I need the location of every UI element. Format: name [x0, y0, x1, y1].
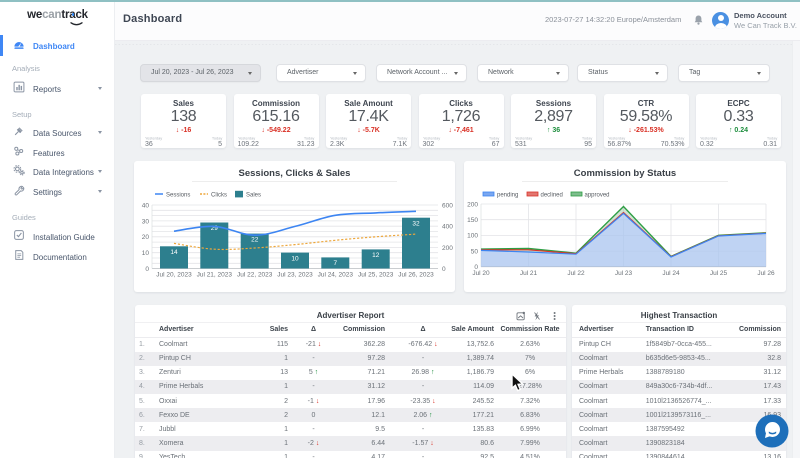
svg-text:Jul 26: Jul 26 — [757, 270, 775, 277]
svg-text:0: 0 — [442, 266, 446, 273]
svg-text:22: 22 — [251, 236, 259, 243]
svg-text:Jul 21: Jul 21 — [520, 270, 538, 277]
svg-text:10: 10 — [142, 250, 150, 257]
svg-text:200: 200 — [442, 245, 453, 252]
svg-text:0: 0 — [145, 266, 149, 273]
svg-text:pending: pending — [497, 192, 518, 198]
svg-text:Sales: Sales — [246, 192, 261, 198]
svg-text:approved: approved — [585, 192, 610, 198]
svg-text:Jul 24, 2023: Jul 24, 2023 — [318, 272, 354, 279]
svg-text:Jul 23, 2023: Jul 23, 2023 — [277, 272, 313, 279]
svg-text:20: 20 — [142, 234, 150, 241]
svg-text:Jul 20: Jul 20 — [472, 270, 490, 277]
svg-text:12: 12 — [372, 252, 380, 259]
svg-text:200: 200 — [467, 201, 478, 208]
svg-text:40: 40 — [142, 203, 150, 210]
svg-text:Jul 24: Jul 24 — [662, 270, 680, 277]
svg-text:14: 14 — [170, 249, 178, 256]
svg-text:Jul 20, 2023: Jul 20, 2023 — [156, 272, 192, 279]
svg-text:Jul 26, 2023: Jul 26, 2023 — [398, 272, 434, 279]
svg-text:32: 32 — [412, 220, 420, 227]
svg-text:7: 7 — [333, 260, 337, 267]
svg-text:Jul 25: Jul 25 — [710, 270, 728, 277]
svg-text:Clicks: Clicks — [211, 192, 227, 198]
svg-text:Jul 22, 2023: Jul 22, 2023 — [237, 272, 273, 279]
svg-text:Sessions: Sessions — [166, 192, 190, 198]
svg-text:Jul 22: Jul 22 — [567, 270, 585, 277]
svg-text:Jul 21, 2023: Jul 21, 2023 — [197, 272, 233, 279]
svg-text:30: 30 — [142, 218, 150, 225]
svg-text:150: 150 — [467, 217, 478, 224]
svg-text:600: 600 — [442, 203, 453, 210]
svg-text:declined: declined — [541, 192, 563, 198]
svg-text:50: 50 — [471, 248, 479, 255]
svg-text:Jul 23: Jul 23 — [615, 270, 633, 277]
svg-text:Jul 25, 2023: Jul 25, 2023 — [358, 272, 394, 279]
svg-text:10: 10 — [291, 255, 299, 262]
svg-text:400: 400 — [442, 224, 453, 231]
svg-text:100: 100 — [467, 233, 478, 240]
